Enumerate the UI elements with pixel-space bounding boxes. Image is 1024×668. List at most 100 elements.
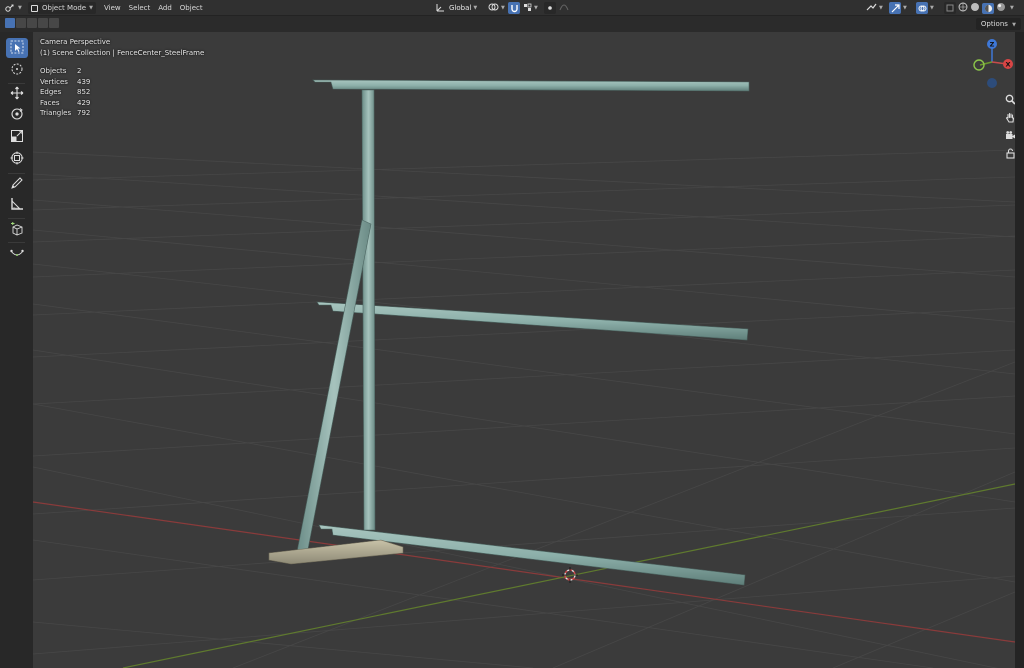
sidebar-collapsed-region[interactable] — [1015, 32, 1024, 668]
stat-value: 792 — [77, 109, 91, 118]
menu-view[interactable]: View — [100, 2, 125, 14]
navigation-gizmo[interactable]: Z X — [973, 39, 1013, 88]
mode-selector[interactable]: Object Mode ▼ — [28, 2, 96, 14]
3d-viewport[interactable]: Z X Camera Perspective (1) Scene Collect… — [33, 32, 1015, 668]
gizmo-z-axis-negative[interactable] — [987, 78, 997, 88]
move-icon — [10, 85, 24, 104]
annotate-icon — [10, 175, 24, 194]
stat-label: Vertices — [40, 77, 68, 86]
rotate-icon — [10, 106, 24, 125]
scale-icon — [10, 128, 24, 147]
camera-view-button[interactable] — [1003, 130, 1015, 144]
shading-wireframe-icon[interactable] — [958, 2, 968, 14]
tool-transform[interactable] — [6, 149, 28, 169]
selection-mode-group — [5, 18, 59, 28]
scene-statistics: Objects 2 Vertices 439 Edges 852 Faces 4… — [40, 66, 90, 119]
select-invert-icon[interactable] — [38, 18, 48, 28]
fence-steel-frame[interactable] — [268, 79, 750, 586]
select-new-icon[interactable] — [5, 18, 15, 28]
stat-value: 439 — [77, 77, 91, 86]
viewport-header: ▼ Object Mode ▼ View Select Add Object G… — [0, 0, 1024, 16]
stat-row-objects: Objects 2 — [40, 66, 90, 77]
stat-row-faces: Faces 429 — [40, 98, 90, 109]
chevron-down-icon: ▼ — [18, 5, 22, 11]
tool-scale[interactable] — [6, 127, 28, 147]
proportional-editing-icon[interactable] — [544, 2, 556, 14]
transform-icon — [10, 150, 24, 169]
tool-select-box[interactable] — [6, 38, 28, 58]
stat-row-triangles: Triangles 792 — [40, 108, 90, 119]
gizmo-toggle-icon[interactable] — [889, 2, 901, 14]
chevron-down-icon: ▼ — [1010, 5, 1014, 11]
pan-button[interactable] — [1003, 112, 1015, 126]
stat-label: Triangles — [40, 109, 72, 118]
orientation-label: Global — [449, 4, 472, 12]
shading-material-icon[interactable] — [982, 2, 994, 14]
chevron-down-icon: ▼ — [1012, 22, 1016, 28]
xray-toggle-icon[interactable] — [944, 2, 956, 14]
tool-move[interactable] — [6, 84, 28, 104]
tool-shelf — [0, 32, 33, 668]
tool-annotate[interactable] — [6, 174, 28, 194]
stat-value: 2 — [77, 67, 82, 75]
tool-cursor[interactable] — [6, 60, 28, 80]
select-box-icon — [10, 39, 24, 58]
options-dropdown[interactable]: Options ▼ — [975, 18, 1021, 30]
menu-select[interactable]: Select — [125, 2, 155, 14]
scene-canvas[interactable]: Z X — [33, 32, 1015, 668]
snap-toggle-icon[interactable] — [508, 2, 520, 14]
menu-object[interactable]: Object — [176, 2, 207, 14]
stat-label: Objects — [40, 67, 67, 75]
chevron-down-icon: ▼ — [879, 5, 883, 11]
gizmo-x-label: X — [1005, 61, 1010, 69]
chevron-down-icon: ▼ — [534, 5, 538, 11]
falloff-icon[interactable] — [559, 3, 569, 13]
mode-label: Object Mode — [42, 4, 87, 12]
curve-icon — [10, 245, 24, 264]
tool-add-cube[interactable] — [6, 220, 28, 240]
stat-row-vertices: Vertices 439 — [40, 77, 90, 88]
snap-target-icon[interactable] — [523, 3, 532, 14]
stat-value: 429 — [77, 98, 91, 107]
stat-label: Faces — [40, 98, 60, 107]
pivot-icon — [488, 2, 499, 14]
view-name: Camera Perspective — [40, 38, 111, 46]
stat-row-edges: Edges 852 — [40, 87, 90, 98]
visibility-selector[interactable]: ▼ — [866, 2, 883, 14]
tool-settings-bar: Options ▼ — [0, 16, 1024, 32]
shading-rendered-icon[interactable] — [996, 2, 1006, 14]
chevron-down-icon: ▼ — [473, 5, 478, 11]
select-subtract-icon[interactable] — [27, 18, 37, 28]
chevron-down-icon: ▼ — [89, 5, 93, 11]
hand-pan-icon — [1005, 112, 1016, 126]
select-intersect-icon[interactable] — [49, 18, 59, 28]
pivot-point-selector[interactable]: ▼ — [488, 2, 505, 14]
lock-icon — [1005, 148, 1016, 162]
cursor-icon — [10, 61, 24, 80]
orientation-icon — [436, 3, 445, 14]
menu-add[interactable]: Add — [154, 2, 176, 14]
floor-grid — [33, 149, 1015, 668]
measure-icon — [10, 196, 24, 215]
toolbar-separator — [8, 242, 25, 243]
editor-type-selector[interactable]: ▼ — [4, 2, 22, 14]
lock-camera-button[interactable] — [1003, 148, 1015, 162]
editor-type-icon — [4, 2, 16, 14]
options-label: Options — [980, 20, 1008, 28]
zoom-button[interactable] — [1003, 94, 1015, 108]
add-cube-icon — [10, 221, 24, 240]
tool-measure[interactable] — [6, 195, 28, 215]
tool-curve[interactable] — [6, 244, 28, 264]
y-axis-line — [122, 483, 1015, 668]
select-extend-icon[interactable] — [16, 18, 26, 28]
overlays-toggle-icon[interactable] — [916, 2, 928, 14]
shading-solid-icon[interactable] — [970, 2, 980, 14]
collection-path: (1) Scene Collection | FenceCenter_Steel… — [40, 49, 205, 57]
chevron-down-icon: ▼ — [903, 5, 907, 11]
stat-label: Edges — [40, 88, 62, 97]
gizmo-z-label: Z — [990, 41, 995, 49]
stat-value: 852 — [77, 88, 91, 97]
tool-rotate[interactable] — [6, 105, 28, 125]
transform-orientation-selector[interactable]: Global ▼ — [436, 2, 477, 14]
object-mode-icon — [31, 4, 38, 12]
